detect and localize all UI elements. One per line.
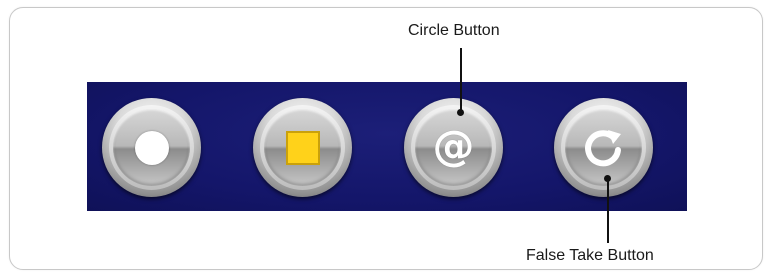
- false-take-leader-line: [607, 178, 609, 243]
- circle-button-leader-line: [460, 48, 462, 112]
- transport-panel: @: [87, 82, 687, 211]
- record-button[interactable]: [102, 98, 201, 197]
- record-button-face: [113, 109, 190, 186]
- circle-button-face: @: [415, 109, 492, 186]
- stop-button[interactable]: [253, 98, 352, 197]
- at-sign-icon: @: [432, 120, 475, 170]
- stop-square-icon: [285, 130, 320, 165]
- false-take-button-face: [565, 109, 642, 186]
- refresh-arrow-icon: [584, 129, 621, 166]
- circle-button-callout: Circle Button: [408, 22, 500, 39]
- circle-button[interactable]: @: [404, 98, 503, 197]
- false-take-leader-dot: [604, 175, 611, 182]
- false-take-button-callout: False Take Button: [526, 247, 654, 264]
- stop-button-face: [264, 109, 341, 186]
- false-take-button[interactable]: [554, 98, 653, 197]
- record-dot-icon: [134, 130, 169, 165]
- circle-button-leader-dot: [457, 109, 464, 116]
